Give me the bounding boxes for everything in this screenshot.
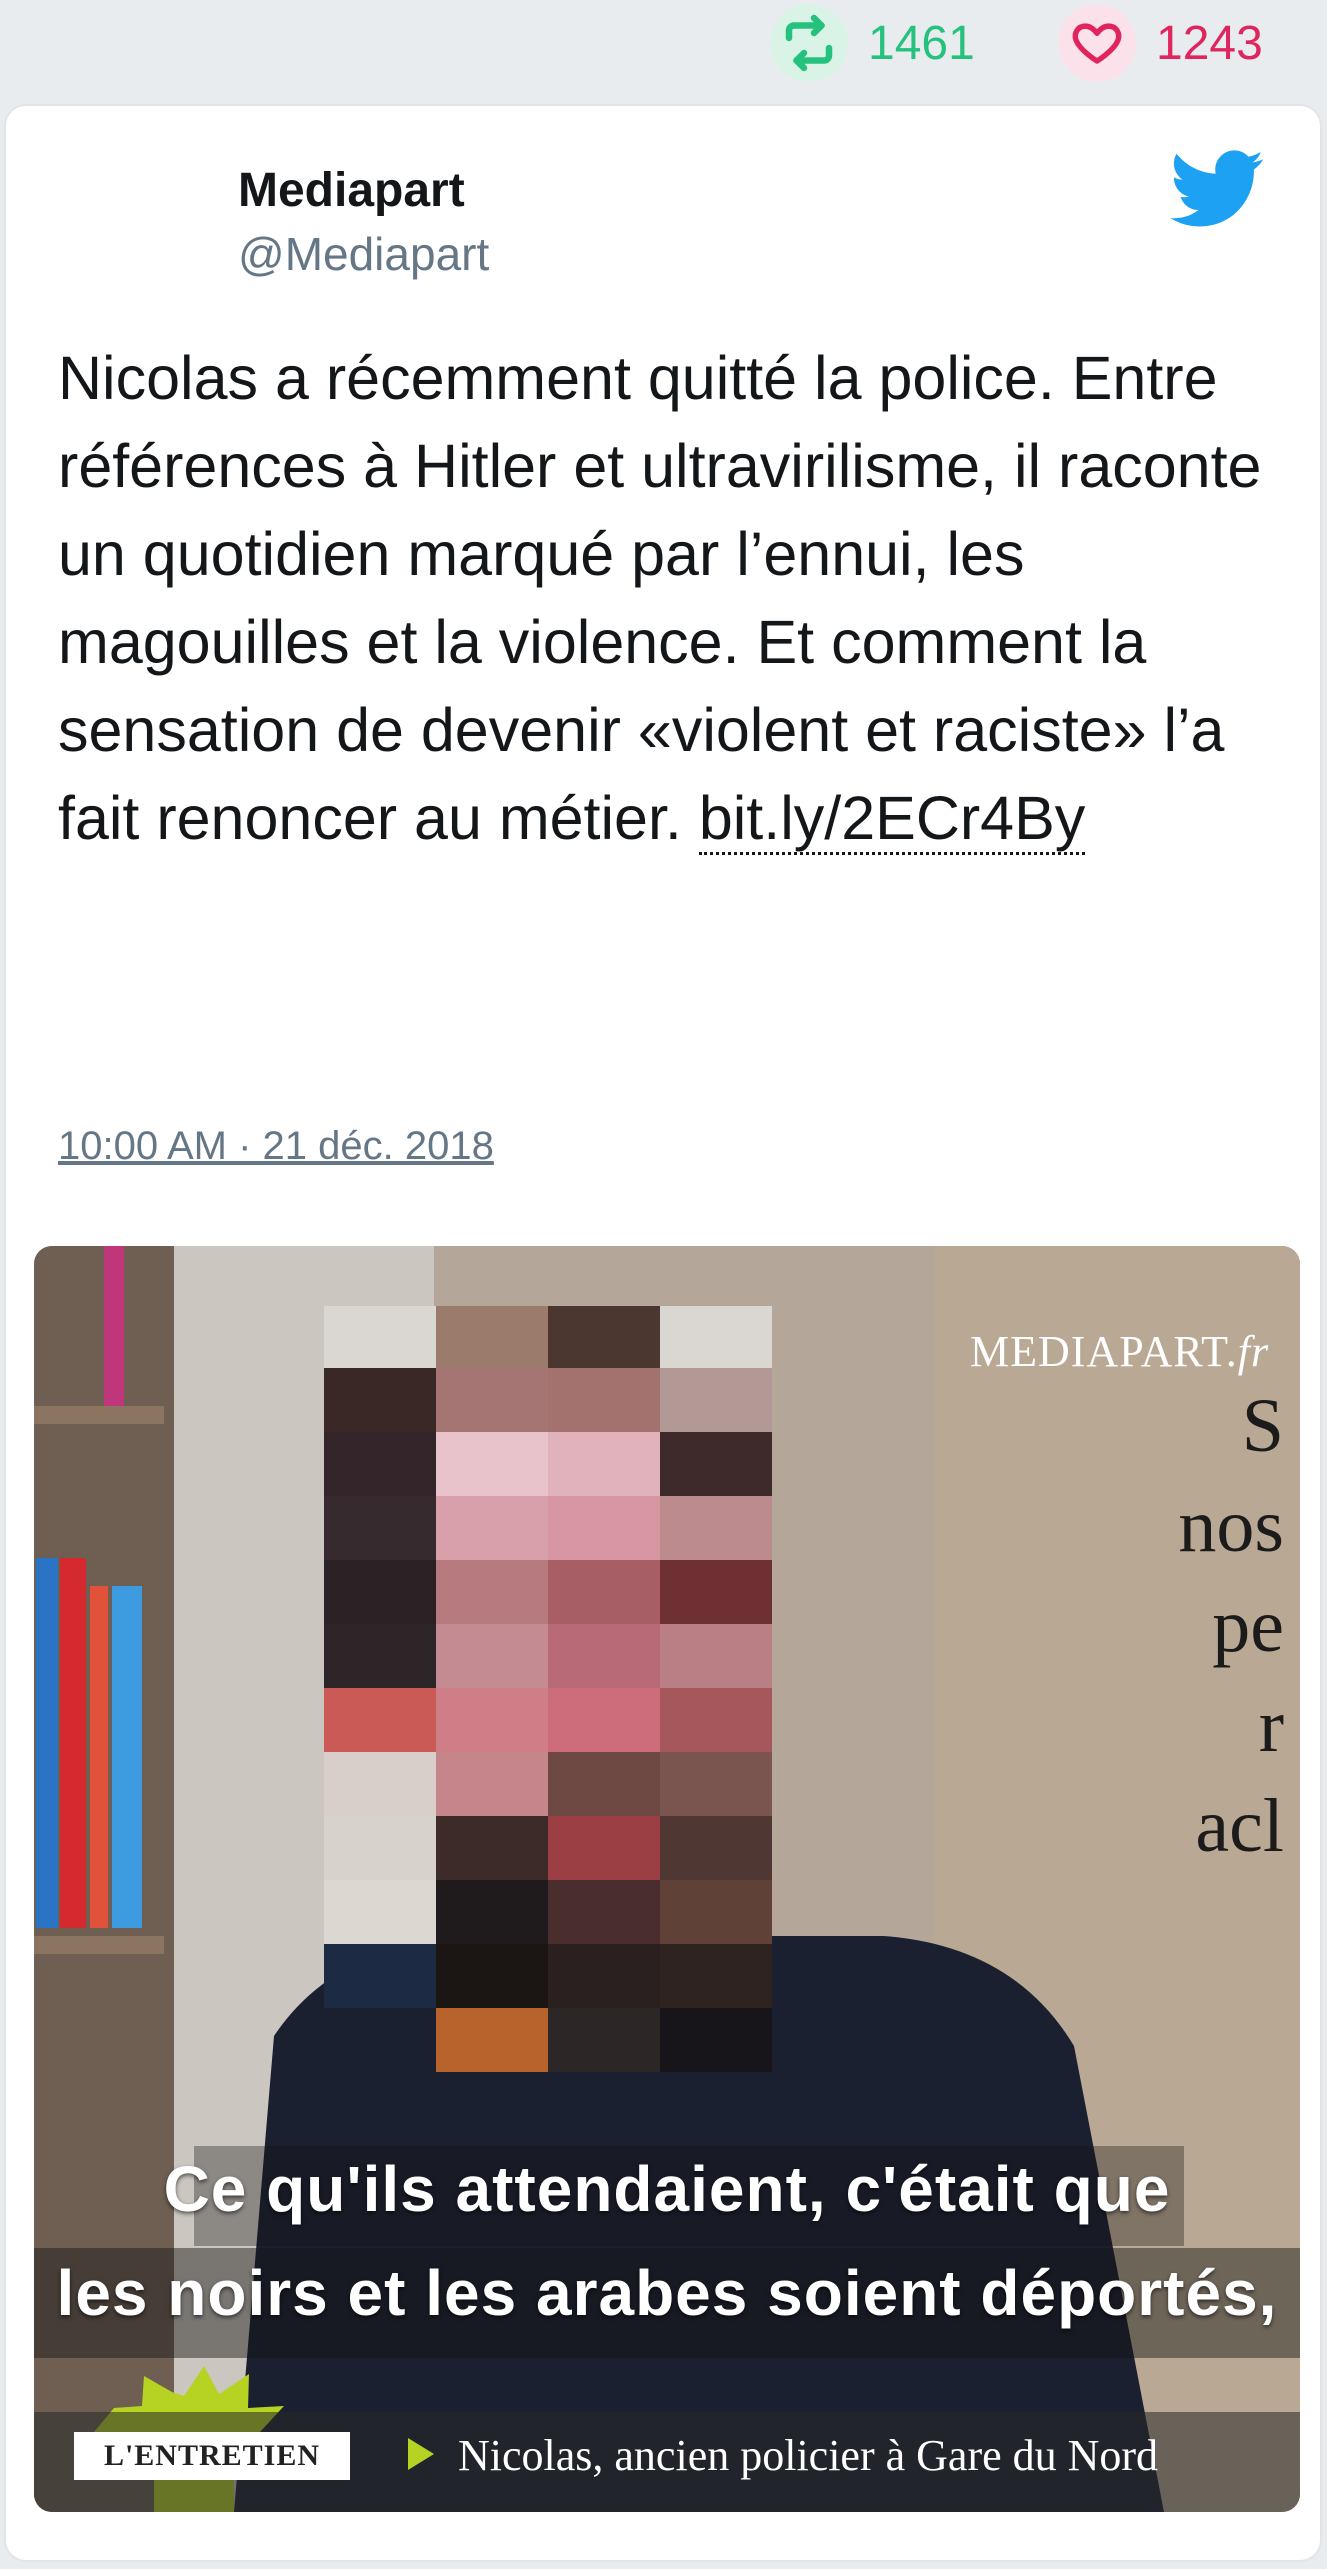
twitter-bird-icon[interactable] bbox=[1170, 150, 1266, 228]
brand-suffix: fr bbox=[1237, 1327, 1270, 1376]
tweet-link[interactable]: bit.ly/2ECr4By bbox=[698, 784, 1086, 855]
tweet-author[interactable]: Mediapart @Mediapart bbox=[238, 162, 489, 282]
retweet-icon bbox=[770, 4, 848, 82]
like-count-stat[interactable]: 1243 bbox=[1058, 4, 1263, 82]
author-handle[interactable]: @Mediapart bbox=[238, 226, 489, 282]
video-subtitle-line-1: Ce qu'ils attendaient, c'était que bbox=[163, 2153, 1171, 2225]
background-word: S bbox=[1241, 1384, 1284, 1468]
author-name[interactable]: Mediapart bbox=[238, 162, 489, 220]
show-label: L'ENTRETIEN bbox=[74, 2432, 350, 2480]
video-subtitle-line-2: les noirs et les arabes soient déportés, bbox=[56, 2257, 1278, 2329]
background-poster-text: S nos pe r acl bbox=[1144, 1376, 1284, 1876]
tweet-card: Mediapart @Mediapart Nicolas a récemment… bbox=[4, 104, 1322, 2562]
brand-main: MEDIAPART. bbox=[970, 1327, 1238, 1376]
tweet-text: Nicolas a récemment quitté la police. En… bbox=[58, 334, 1278, 862]
tweet-timestamp[interactable]: 10:00 AM · 21 déc. 2018 bbox=[58, 1124, 494, 1169]
video-caption: Nicolas, ancien policier à Gare du Nord bbox=[458, 2431, 1159, 2480]
pixelated-face bbox=[324, 1306, 772, 2072]
heart-icon bbox=[1058, 4, 1136, 82]
retweet-count: 1461 bbox=[868, 16, 975, 70]
tweet-body: Nicolas a récemment quitté la police. En… bbox=[58, 344, 1262, 852]
background-word: acl bbox=[1195, 1784, 1284, 1868]
engagement-stats: 1461 1243 bbox=[0, 0, 1327, 100]
media-brand-watermark: MEDIAPART.fr bbox=[970, 1326, 1269, 1377]
play-arrow-icon bbox=[408, 2438, 434, 2470]
like-count: 1243 bbox=[1156, 16, 1263, 70]
tweet-media-video[interactable]: MEDIAPART.fr S nos pe r acl Ce qu'ils at… bbox=[34, 1246, 1300, 2512]
retweet-count-stat[interactable]: 1461 bbox=[770, 4, 975, 82]
background-word: pe bbox=[1212, 1584, 1284, 1668]
background-word: r bbox=[1258, 1684, 1284, 1768]
background-word: nos bbox=[1178, 1484, 1284, 1568]
